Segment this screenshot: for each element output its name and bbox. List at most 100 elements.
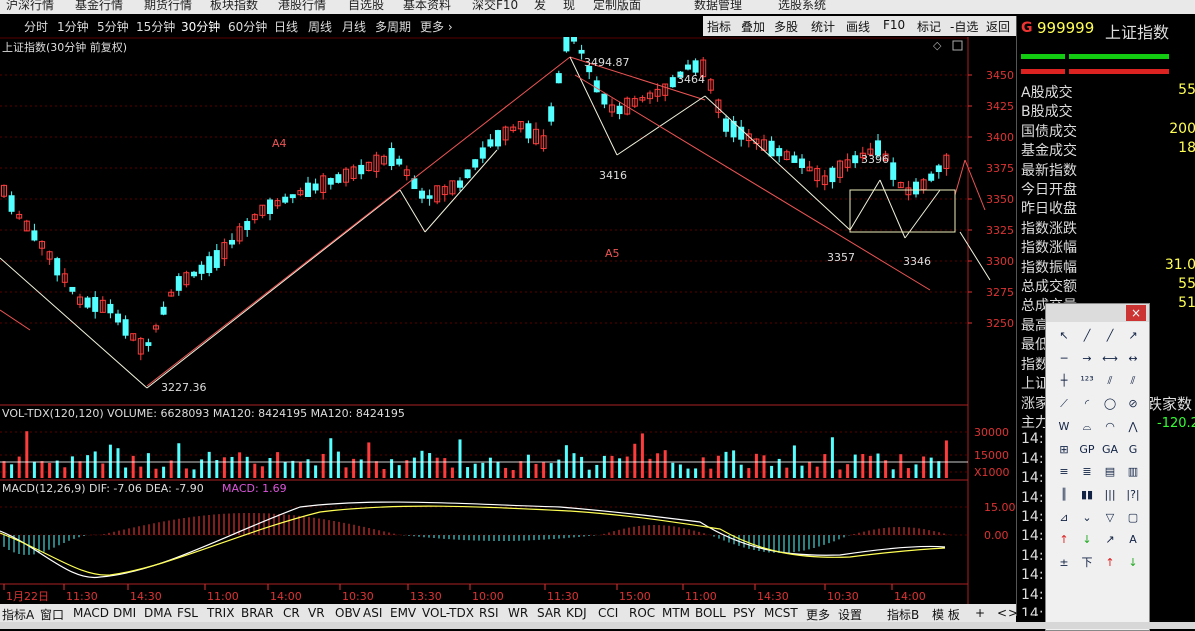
top-menu-item-10[interactable]: 定制版面 [593, 0, 641, 13]
ray-icon[interactable]: ╱ [1100, 326, 1120, 346]
top-menu-item-0[interactable]: 沪深行情 [6, 0, 54, 13]
period-tab-9[interactable]: 多周期 [375, 18, 411, 35]
ray-icon[interactable]: ↗ [1100, 530, 1120, 550]
indicator-tab-19[interactable]: ROC [629, 606, 655, 620]
cursor-icon[interactable]: ↑ [1054, 530, 1074, 550]
arrow-icon[interactable]: ± [1054, 553, 1074, 573]
toolbar-btn-0[interactable]: 指标 [707, 18, 731, 35]
indicator-tab-10[interactable]: OBV [335, 606, 361, 620]
top-menu-item-7[interactable]: 深交F10 [472, 0, 518, 13]
arrow-icon[interactable]: ─ [1054, 349, 1074, 369]
toolbar-btn-8[interactable]: 返回 [986, 18, 1010, 35]
top-menu-item-5[interactable]: 自选股 [348, 0, 384, 13]
ray-icon[interactable]: ⊞ [1054, 440, 1074, 460]
arrow-icon[interactable]: GA [1100, 440, 1120, 460]
indicator-tab-26[interactable]: 指标B [887, 606, 919, 623]
maximize-icon[interactable] [952, 40, 963, 51]
close-icon[interactable]: × [1126, 305, 1146, 321]
indicator-tab-6[interactable]: TRIX [207, 606, 234, 620]
diamond-icon[interactable]: ◇ [933, 39, 942, 52]
period-tab-10[interactable]: 更多 › [420, 18, 453, 35]
toolbar-btn-4[interactable]: 画线 [846, 18, 870, 35]
toolbar-btn-2[interactable]: 多股 [774, 18, 798, 35]
ellipse-icon[interactable]: ≣ [1077, 462, 1097, 482]
indicator-tab-28[interactable]: + [975, 606, 985, 620]
indicator-tab-7[interactable]: BRAR [241, 606, 274, 620]
parallel-icon[interactable]: ⟋ [1054, 394, 1074, 414]
line-icon[interactable]: ⋀ [1123, 417, 1143, 437]
indicator-tab-12[interactable]: EMV [390, 606, 416, 620]
period-tab-6[interactable]: 日线 [274, 18, 298, 35]
wave-icon[interactable]: ¹²³ [1077, 371, 1097, 391]
drawing-tools-palette[interactable]: × ↖ ╱ ╱ ↗ ─ → ⟷ ↔ ┼ ¹²³ ⫽ ⫽ ⟋ ◜ ◯ ⊘ W ⌓ ◠ ⋀ ⊞ GP GA G ≡ ≣ ▤ ▥ ║ ▮▮ |||… [1045, 303, 1150, 631]
indicator-tab-4[interactable]: DMA [144, 606, 172, 620]
text-icon[interactable]: 下 [1077, 553, 1097, 573]
circle-icon[interactable]: ▤ [1100, 462, 1120, 482]
top-menu-item-6[interactable]: 基本资料 [403, 0, 451, 13]
top-menu-item-3[interactable]: 板块指数 [210, 0, 258, 13]
text-a-icon[interactable]: ▢ [1123, 508, 1143, 528]
toolbar-btn-7[interactable]: -自选 [950, 18, 978, 35]
toolbar-btn-5[interactable]: F10 [883, 18, 905, 32]
top-menu-item-8[interactable]: 发 [534, 0, 546, 13]
indicator-tab-22[interactable]: PSY [733, 606, 755, 620]
indicator-tab-21[interactable]: BOLL [695, 606, 726, 620]
down-arrow-icon[interactable]: W [1054, 417, 1074, 437]
text-icon[interactable]: G [1123, 440, 1143, 460]
period-tab-2[interactable]: 5分钟 [97, 18, 129, 35]
top-menu-item-4[interactable]: 港股行情 [278, 0, 326, 13]
indicator-tab-8[interactable]: CR [283, 606, 300, 620]
up-arrow-icon[interactable]: ⌄ [1077, 508, 1097, 528]
fib-icon[interactable]: ↑ [1100, 553, 1120, 573]
rect-icon[interactable]: ◯ [1100, 394, 1120, 414]
period-tab-0[interactable]: 分时 [24, 18, 48, 35]
top-menu-item-9[interactable]: 现 [563, 0, 575, 13]
channel-icon[interactable]: ▮▮ [1077, 485, 1097, 505]
period-tab-1[interactable]: 1分钟 [57, 18, 89, 35]
text-icon[interactable]: → [1077, 349, 1097, 369]
segment-icon[interactable]: ↗ [1123, 326, 1143, 346]
kline-chart[interactable]: A4 A5 3494.87 3227.36 3464 3416 3396 3357 3346 3… [0, 37, 1016, 604]
parallel-icon[interactable]: ||| [1100, 485, 1120, 505]
indicator-tab-3[interactable]: DMI [113, 606, 136, 620]
fib-icon[interactable]: ≡ [1054, 462, 1074, 482]
indicator-tab-14[interactable]: RSI [479, 606, 499, 620]
down-arrow-icon[interactable]: ▽ [1100, 508, 1120, 528]
cycle-icon[interactable]: |?| [1123, 485, 1143, 505]
cycle-icon[interactable]: ◜ [1077, 394, 1097, 414]
period-tab-8[interactable]: 月线 [342, 18, 366, 35]
circle-icon[interactable]: ┼ [1054, 371, 1074, 391]
cursor-icon[interactable]: ↖ [1054, 326, 1074, 346]
indicator-tab-0[interactable]: 指标A [2, 606, 34, 623]
gann-icon[interactable]: ⫽ [1100, 371, 1120, 391]
indicator-tab-24[interactable]: 更多 [806, 606, 830, 623]
fib-icon[interactable]: ⟷ [1100, 349, 1120, 369]
segment-icon[interactable]: A [1123, 530, 1143, 550]
indicator-tab-15[interactable]: WR [508, 606, 528, 620]
top-menu-item-1[interactable]: 基金行情 [75, 0, 123, 13]
period-tab-4[interactable]: 30分钟 [181, 18, 220, 35]
up-arrow-icon[interactable]: ⊘ [1123, 394, 1143, 414]
indicator-tab-27[interactable]: 模 板 [932, 606, 960, 623]
wave-icon[interactable]: ▥ [1123, 462, 1143, 482]
indicator-tab-16[interactable]: SAR [537, 606, 561, 620]
ellipse-icon[interactable]: ↓ [1123, 553, 1143, 573]
period-tab-7[interactable]: 周线 [308, 18, 332, 35]
top-menu-item-12[interactable]: 选股系统 [778, 0, 826, 13]
indicator-tab-11[interactable]: ASI [363, 606, 382, 620]
indicator-tab-5[interactable]: FSL [177, 606, 198, 620]
line-icon[interactable]: ╱ [1077, 326, 1097, 346]
indicator-tab-25[interactable]: 设置 [838, 606, 862, 623]
indicator-tab-30[interactable]: > [1008, 606, 1018, 620]
period-tab-5[interactable]: 60分钟 [228, 18, 267, 35]
toolbar-btn-3[interactable]: 统计 [811, 18, 835, 35]
toolbar-btn-1[interactable]: 叠加 [741, 18, 765, 35]
gann-icon[interactable]: ║ [1054, 485, 1074, 505]
top-menu-item-11[interactable]: 数据管理 [694, 0, 742, 13]
indicator-tab-29[interactable]: < [997, 606, 1007, 620]
indicator-tab-13[interactable]: VOL-TDX [422, 606, 474, 620]
indicator-tab-20[interactable]: MTM [662, 606, 690, 620]
indicator-tab-18[interactable]: CCI [598, 606, 618, 620]
text-a-icon[interactable]: ⌓ [1077, 417, 1097, 437]
top-menu-item-2[interactable]: 期货行情 [144, 0, 192, 13]
